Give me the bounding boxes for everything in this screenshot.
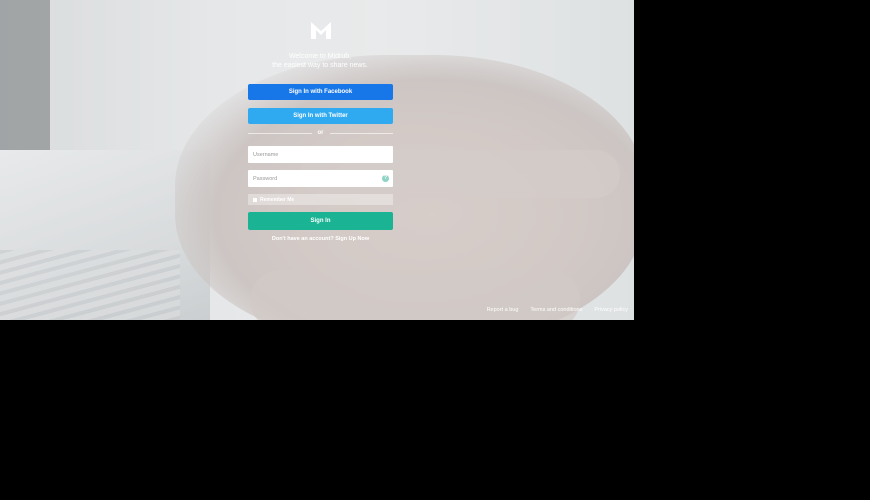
welcome-line-2: the easiest way to share news. (272, 62, 368, 69)
midrub-logo-icon (311, 22, 331, 39)
divider-line-left (248, 132, 312, 134)
or-label: or (317, 130, 324, 136)
username-input[interactable] (253, 151, 393, 158)
terms-link[interactable]: Terms and conditions (530, 307, 582, 313)
welcome-line-1: Welcome to Midrub, (288, 53, 352, 60)
help-icon[interactable]: ? (382, 175, 389, 182)
footer-links: Report a bug Terms and conditions Privac… (487, 307, 628, 313)
report-bug-link[interactable]: Report a bug (487, 307, 519, 313)
privacy-link[interactable]: Privacy policy (594, 307, 628, 313)
twitter-signin-button[interactable]: Sign In with Twitter (248, 108, 393, 124)
remember-me-label[interactable]: Remember Me (260, 197, 294, 203)
password-field[interactable]: ? (248, 170, 393, 187)
facebook-signin-button[interactable]: Sign In with Facebook (248, 84, 393, 100)
signin-button[interactable]: Sign In (248, 212, 393, 230)
password-input[interactable] (253, 175, 393, 182)
login-page: Welcome to Midrub, the easiest way to sh… (0, 0, 634, 320)
signup-link[interactable]: Don't have an account? Sign Up Now (248, 236, 393, 242)
divider-line-right (329, 132, 393, 134)
checkbox-box[interactable] (253, 197, 257, 202)
welcome-text: Welcome to Midrub, the easiest way to sh… (230, 52, 410, 70)
or-divider: or (248, 128, 393, 138)
remember-me-checkbox[interactable]: Remember Me (248, 194, 393, 205)
username-field[interactable] (248, 146, 393, 163)
